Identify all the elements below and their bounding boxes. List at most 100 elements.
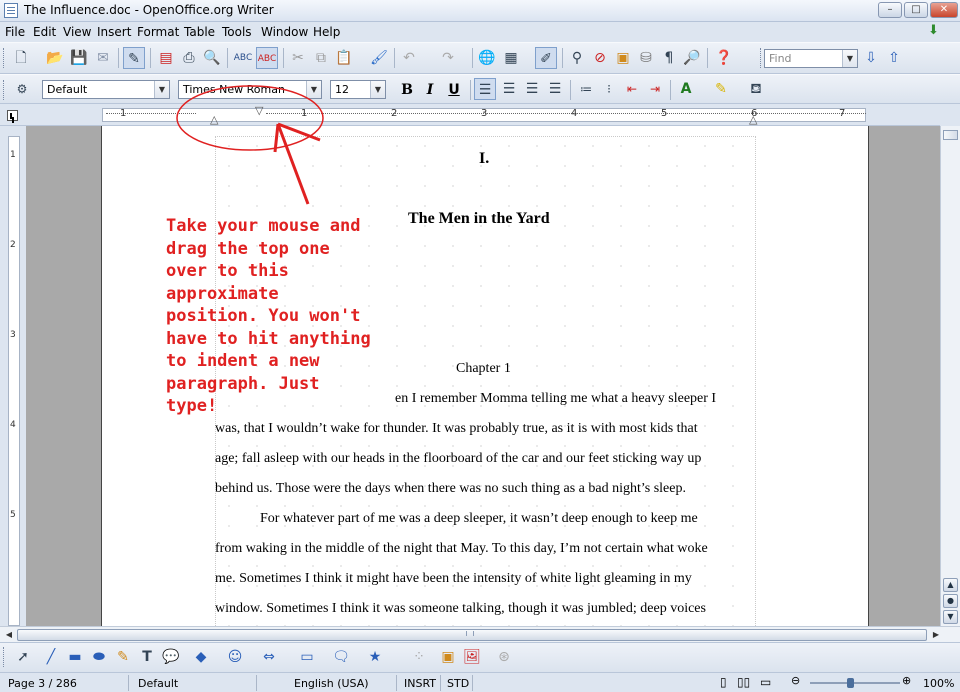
single-page-view-icon[interactable]: ▯ xyxy=(720,675,727,689)
redo-icon[interactable]: ↷ xyxy=(437,47,459,69)
background-color-icon[interactable]: ⛾ xyxy=(745,78,767,100)
zoom-level[interactable]: 100% xyxy=(923,677,954,690)
navigator-icon[interactable]: ⊘ xyxy=(589,47,611,69)
close-button[interactable]: ✕ xyxy=(930,2,958,18)
points-icon[interactable]: ⁘ xyxy=(408,646,430,668)
align-right-icon[interactable]: ☰ xyxy=(521,78,543,100)
menu-format[interactable]: Format xyxy=(137,25,179,39)
zoom-slider-knob[interactable] xyxy=(847,678,854,688)
scroll-thumb[interactable] xyxy=(943,130,958,140)
multi-page-view-icon[interactable]: ▯▯ xyxy=(737,675,750,689)
vertical-ruler[interactable]: 1 2 3 4 5 xyxy=(0,126,26,626)
format-paintbrush-icon[interactable]: 🖌 xyxy=(368,47,390,69)
find-replace-icon[interactable]: ⚲ xyxy=(566,47,588,69)
menu-window[interactable]: Window xyxy=(261,25,308,39)
flowcharts-icon[interactable]: ▭ xyxy=(296,646,318,668)
tab-type-selector[interactable] xyxy=(0,104,26,126)
menu-table[interactable]: Table xyxy=(184,25,215,39)
block-arrows-icon[interactable]: ⇔ xyxy=(258,646,280,668)
menu-edit[interactable]: Edit xyxy=(33,25,56,39)
paste-icon[interactable]: 📋 xyxy=(333,47,355,69)
save-icon[interactable]: 💾 xyxy=(68,47,90,69)
justify-icon[interactable]: ☰ xyxy=(544,78,566,100)
zoom-slider[interactable] xyxy=(810,682,900,684)
language-indicator[interactable]: English (USA) xyxy=(294,677,369,690)
ellipse-icon[interactable]: ⬬ xyxy=(88,646,110,668)
insert-mode[interactable]: INSRT xyxy=(404,677,436,690)
maximize-button[interactable]: □ xyxy=(904,2,928,18)
selection-mode[interactable]: STD xyxy=(447,677,469,690)
left-indent-marker-icon[interactable]: △ xyxy=(210,114,218,125)
font-name-combo[interactable]: Times New Roman ▼ xyxy=(178,80,322,99)
callout-icon[interactable]: 💬 xyxy=(160,646,182,668)
next-page-icon[interactable]: ▼ xyxy=(943,610,958,624)
show-draw-functions-icon[interactable]: ✐ xyxy=(535,47,557,69)
toolbar-grip[interactable] xyxy=(3,647,6,667)
vertical-scrollbar[interactable]: ▲ ● ▼ xyxy=(940,126,960,626)
copy-icon[interactable]: ⧉ xyxy=(310,47,332,69)
increase-indent-icon[interactable]: ⇥ xyxy=(644,78,666,100)
autospellcheck-icon[interactable]: ABC xyxy=(256,47,278,69)
edit-mode-icon[interactable]: ✎ xyxy=(123,47,145,69)
callouts-icon[interactable]: 🗨 xyxy=(330,646,352,668)
decrease-indent-icon[interactable]: ⇤ xyxy=(621,78,643,100)
align-left-icon[interactable]: ☰ xyxy=(474,78,496,100)
page-indicator[interactable]: Page 3 / 286 xyxy=(8,677,77,690)
symbol-shapes-icon[interactable]: ☺ xyxy=(224,646,246,668)
new-document-icon[interactable]: 🗋 xyxy=(10,47,32,69)
scroll-left-icon[interactable]: ◀ xyxy=(3,629,15,641)
print-icon[interactable]: ⎙ xyxy=(178,47,200,69)
document-canvas[interactable]: I. The Men in the Yard Chapter 1 en I re… xyxy=(26,126,940,626)
find-input[interactable]: Find ▼ xyxy=(764,49,858,68)
first-line-indent-marker-icon[interactable]: ▽ xyxy=(255,105,263,116)
update-available-icon[interactable]: ⬇ xyxy=(928,24,942,38)
previous-page-icon[interactable]: ▲ xyxy=(943,578,958,592)
book-view-icon[interactable]: ▭ xyxy=(760,675,771,689)
spellcheck-icon[interactable]: ABC xyxy=(232,47,254,69)
from-file-icon[interactable]: 🖼 xyxy=(461,646,483,668)
bullets-icon[interactable]: ⁝ xyxy=(598,78,620,100)
toolbar-grip[interactable] xyxy=(3,48,6,68)
chevron-down-icon[interactable]: ▼ xyxy=(842,50,857,67)
font-size-combo[interactable]: 12 ▼ xyxy=(330,80,386,99)
minimize-button[interactable]: – xyxy=(878,2,902,18)
numbering-icon[interactable]: ≔ xyxy=(575,78,597,100)
navigation-icon[interactable]: ● xyxy=(943,594,958,608)
right-indent-marker-icon[interactable]: △ xyxy=(749,114,757,125)
stars-icon[interactable]: ★ xyxy=(364,646,386,668)
horizontal-ruler[interactable]: 1 1 2 3 4 5 6 7 △ ▽ △ xyxy=(26,104,940,126)
toolbar-grip[interactable] xyxy=(760,48,763,68)
nonprinting-characters-icon[interactable]: ¶ xyxy=(658,47,680,69)
italic-button[interactable]: I xyxy=(420,80,440,100)
fontwork-gallery-icon[interactable]: ▣ xyxy=(437,646,459,668)
zoom-out-icon[interactable]: ⊖ xyxy=(791,674,800,687)
basic-shapes-icon[interactable]: ◆ xyxy=(190,646,212,668)
highlighting-icon[interactable]: ✎ xyxy=(710,78,732,100)
text-icon[interactable]: T xyxy=(136,646,158,668)
chevron-down-icon[interactable]: ▼ xyxy=(306,81,321,98)
email-icon[interactable]: ✉ xyxy=(92,47,114,69)
zoom-in-icon[interactable]: ⊕ xyxy=(902,674,911,687)
menu-insert[interactable]: Insert xyxy=(97,25,131,39)
rectangle-icon[interactable]: ▬ xyxy=(64,646,86,668)
paragraph-style-combo[interactable]: Default ▼ xyxy=(42,80,170,99)
find-next-icon[interactable]: ⇩ xyxy=(860,47,882,69)
menu-help[interactable]: Help xyxy=(313,25,340,39)
undo-icon[interactable]: ↶ xyxy=(398,47,420,69)
align-center-icon[interactable]: ☰ xyxy=(498,78,520,100)
help-icon[interactable]: ❓ xyxy=(713,47,735,69)
chevron-down-icon[interactable]: ▼ xyxy=(370,81,385,98)
data-sources-icon[interactable]: ⛁ xyxy=(635,47,657,69)
toolbar-grip[interactable] xyxy=(3,80,6,100)
find-previous-icon[interactable]: ⇧ xyxy=(883,47,905,69)
horizontal-scrollbar[interactable]: ◀ ▶ xyxy=(0,626,960,642)
table-icon[interactable]: ▦ xyxy=(500,47,522,69)
line-icon[interactable]: ╱ xyxy=(40,646,62,668)
underline-button[interactable]: U xyxy=(444,80,464,100)
menu-file[interactable]: File xyxy=(5,25,25,39)
export-pdf-icon[interactable]: ▤ xyxy=(155,47,177,69)
bold-button[interactable]: B xyxy=(397,80,417,100)
chevron-down-icon[interactable]: ▼ xyxy=(154,81,169,98)
scroll-right-icon[interactable]: ▶ xyxy=(930,629,942,641)
freeform-icon[interactable]: ✎ xyxy=(112,646,134,668)
